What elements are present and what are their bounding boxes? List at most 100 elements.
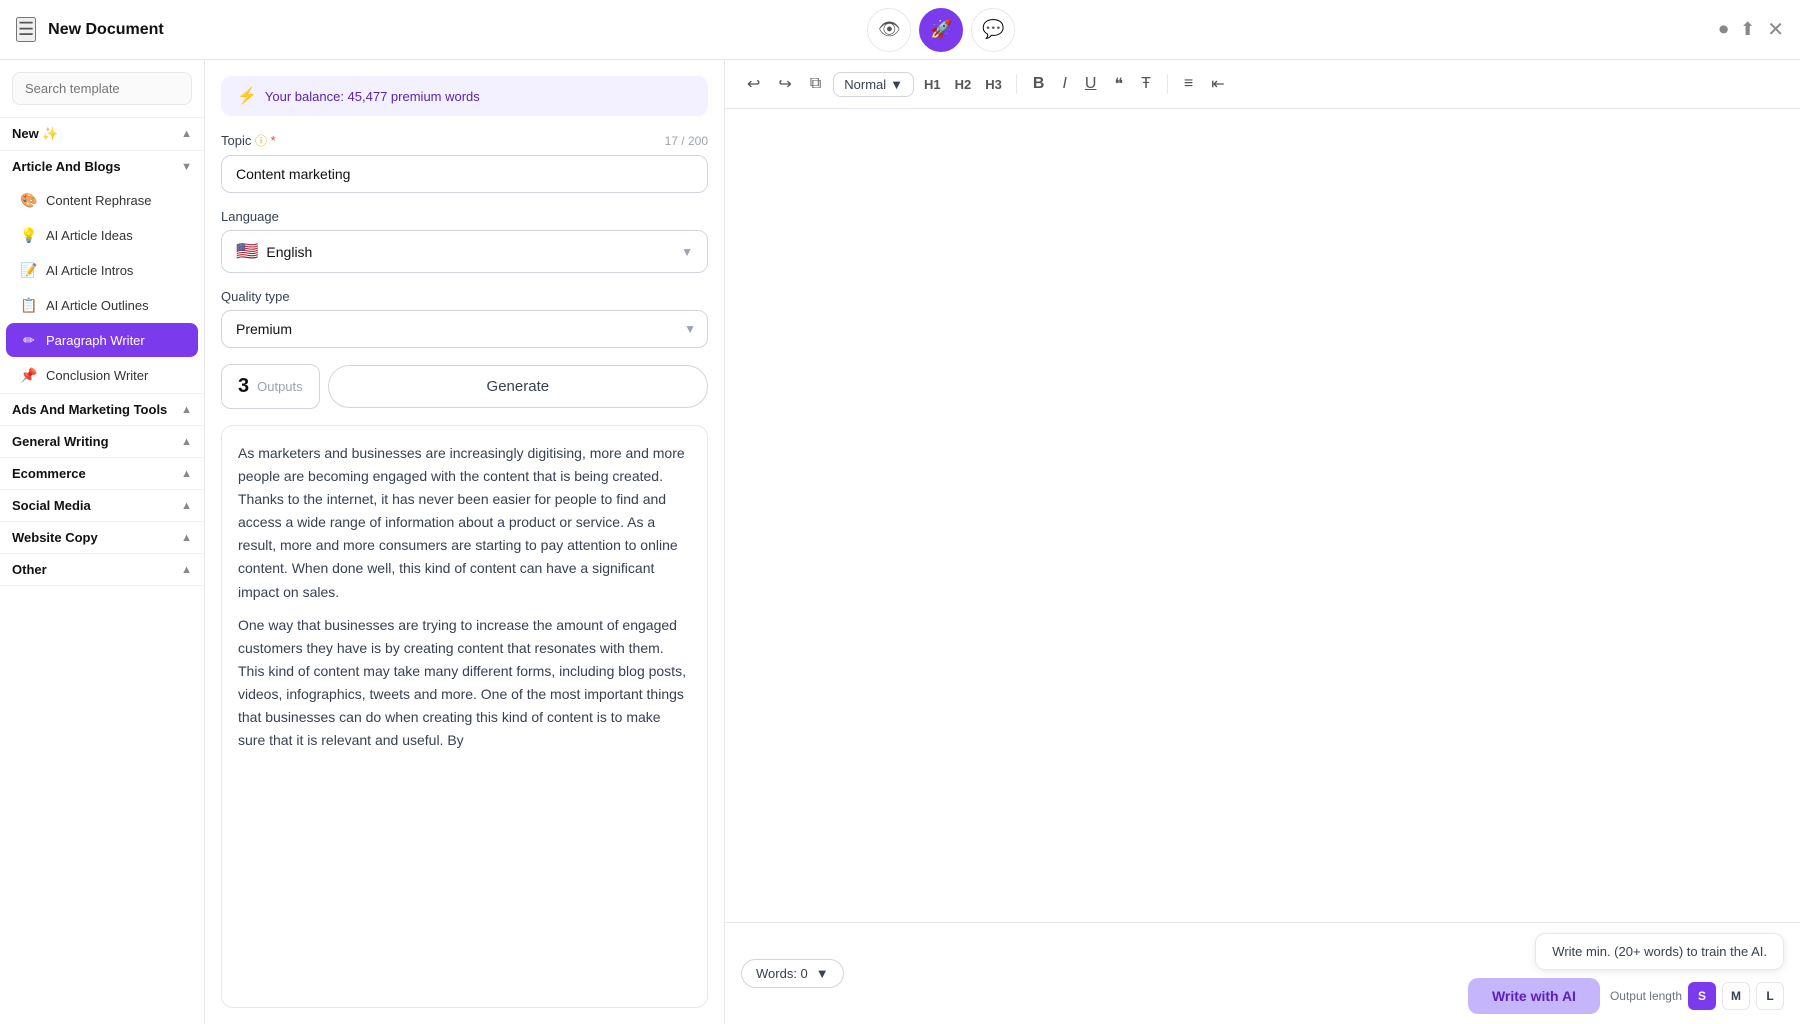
style-dropdown[interactable]: Normal ▼	[833, 72, 914, 97]
language-chevron-icon: ▼	[681, 245, 693, 259]
play-icon-button[interactable]: ⏺	[1719, 19, 1728, 40]
search-box	[0, 60, 204, 118]
section-social-media-header[interactable]: Social Media ▲	[0, 490, 204, 521]
italic-button[interactable]: I	[1056, 71, 1072, 97]
content-rephrase-icon: 🎨	[20, 191, 38, 209]
output-text-box: As marketers and businesses are increasi…	[221, 425, 708, 1008]
section-general-writing: General Writing ▲	[0, 426, 204, 458]
write-ai-button[interactable]: Write with AI	[1468, 978, 1600, 1014]
ai-article-ideas-label: AI Article Ideas	[46, 228, 133, 243]
generate-row: 3 Outputs Generate	[221, 364, 708, 409]
section-ecommerce-header[interactable]: Ecommerce ▲	[0, 458, 204, 489]
quality-field-label: Quality type	[221, 289, 708, 304]
redo-button[interactable]: ↪	[772, 70, 797, 98]
section-general-writing-header[interactable]: General Writing ▲	[0, 426, 204, 457]
sidebar-item-paragraph-writer[interactable]: ✏ Paragraph Writer	[6, 323, 198, 357]
upload-icon-button[interactable]: ⬆	[1740, 19, 1755, 40]
search-input[interactable]	[12, 72, 192, 105]
sidebar: New ✨ ▲ Article And Blogs ▼ 🎨 Content Re…	[0, 60, 205, 1024]
length-s-button[interactable]: S	[1688, 982, 1716, 1010]
language-value: English	[266, 244, 673, 260]
section-new-label: New ✨	[12, 126, 59, 142]
language-selector[interactable]: 🇺🇸 English ▼	[221, 230, 708, 273]
toolbar-separator	[1016, 74, 1017, 94]
section-social-media-chevron-icon: ▲	[181, 500, 192, 512]
sidebar-item-conclusion-writer[interactable]: 📌 Conclusion Writer	[6, 358, 198, 392]
section-website-copy-label: Website Copy	[12, 530, 98, 545]
sidebar-item-ai-article-outlines[interactable]: 📋 AI Article Outlines	[6, 288, 198, 322]
section-other-chevron-icon: ▲	[181, 564, 192, 576]
sidebar-item-content-rephrase[interactable]: 🎨 Content Rephrase	[6, 183, 198, 217]
style-dropdown-chevron-icon: ▼	[890, 77, 903, 92]
rocket-icon: 🚀	[930, 19, 952, 40]
length-m-button[interactable]: M	[1722, 982, 1750, 1010]
chat-button[interactable]: 💬	[971, 8, 1015, 52]
editor-content-area[interactable]	[725, 109, 1800, 922]
content-panel: ⚡ Your balance: 45,477 premium words Top…	[205, 60, 725, 1024]
ai-tooltip: Write min. (20+ words) to train the AI.	[1535, 933, 1784, 970]
ai-article-outlines-icon: 📋	[20, 296, 38, 314]
header-center: 👁 🚀 💬	[867, 8, 1015, 52]
section-ads-marketing-header[interactable]: Ads And Marketing Tools ▲	[0, 394, 204, 425]
hamburger-menu-icon[interactable]: ☰	[16, 17, 36, 42]
bold-button[interactable]: B	[1027, 71, 1051, 97]
section-other-header[interactable]: Other ▲	[0, 554, 204, 585]
header-left: ☰ New Document	[16, 17, 164, 42]
section-ecommerce-chevron-icon: ▲	[181, 468, 192, 480]
topic-input[interactable]	[221, 155, 708, 193]
heading-h1[interactable]: H1	[920, 75, 945, 94]
quality-select[interactable]: Premium Standard	[221, 310, 708, 348]
section-ads-marketing-chevron-icon: ▲	[181, 404, 192, 416]
words-chevron-icon: ▼	[816, 966, 829, 981]
format-button[interactable]: Ŧ	[1135, 71, 1157, 97]
copy-icon: ⧉	[810, 75, 821, 92]
section-ecommerce: Ecommerce ▲	[0, 458, 204, 490]
section-website-copy-header[interactable]: Website Copy ▲	[0, 522, 204, 553]
ai-article-ideas-icon: 💡	[20, 226, 38, 244]
topic-label: Topic ⓘ *	[221, 132, 276, 149]
heading-h3[interactable]: H3	[981, 75, 1006, 94]
align-button[interactable]: ≡	[1178, 71, 1199, 97]
blockquote-button[interactable]: ❝	[1108, 70, 1129, 98]
format-icon: Ŧ	[1141, 75, 1151, 92]
length-l-button[interactable]: L	[1756, 982, 1784, 1010]
eye-button[interactable]: 👁	[867, 8, 911, 52]
section-other: Other ▲	[0, 554, 204, 586]
chat-icon: 💬	[982, 19, 1004, 40]
balance-icon: ⚡	[237, 86, 257, 106]
sidebar-item-ai-article-intros[interactable]: 📝 AI Article Intros	[6, 253, 198, 287]
words-counter[interactable]: Words: 0 ▼	[741, 959, 844, 988]
section-ads-marketing: Ads And Marketing Tools ▲	[0, 394, 204, 426]
header-right: ⏺ ⬆ ✕	[1719, 17, 1784, 42]
copy-button[interactable]: ⧉	[804, 71, 827, 97]
outputs-box[interactable]: 3 Outputs	[221, 364, 320, 409]
indent-button[interactable]: ⇤	[1205, 70, 1230, 98]
undo-button[interactable]: ↩	[741, 70, 766, 98]
underline-button[interactable]: U	[1079, 71, 1103, 97]
section-article-blogs-header[interactable]: Article And Blogs ▼	[0, 151, 204, 182]
section-article-blogs-label: Article And Blogs	[12, 159, 121, 174]
eye-icon: 👁	[878, 19, 901, 40]
section-website-copy: Website Copy ▲	[0, 522, 204, 554]
section-article-blogs-chevron-icon: ▼	[181, 161, 192, 173]
generate-button[interactable]: Generate	[328, 365, 708, 408]
rocket-button[interactable]: 🚀	[919, 8, 963, 52]
blockquote-icon: ❝	[1114, 76, 1123, 93]
section-general-writing-label: General Writing	[12, 434, 109, 449]
heading-h2[interactable]: H2	[951, 75, 976, 94]
ai-article-intros-icon: 📝	[20, 261, 38, 279]
section-other-label: Other	[12, 562, 47, 577]
close-icon-button[interactable]: ✕	[1767, 17, 1784, 42]
section-new-header[interactable]: New ✨ ▲	[0, 118, 204, 150]
ai-bottom-row: Write with AI Output length S M L	[1468, 978, 1784, 1014]
balance-bar: ⚡ Your balance: 45,477 premium words	[221, 76, 708, 116]
section-new: New ✨ ▲	[0, 118, 204, 151]
outputs-count: 3	[238, 375, 249, 398]
main-container: New ✨ ▲ Article And Blogs ▼ 🎨 Content Re…	[0, 60, 1800, 1024]
close-icon: ✕	[1767, 19, 1784, 41]
ai-article-outlines-label: AI Article Outlines	[46, 298, 149, 313]
play-icon: ⏺	[1719, 19, 1728, 39]
align-icon: ≡	[1184, 75, 1193, 92]
sidebar-item-ai-article-ideas[interactable]: 💡 AI Article Ideas	[6, 218, 198, 252]
bold-icon: B	[1033, 75, 1045, 92]
